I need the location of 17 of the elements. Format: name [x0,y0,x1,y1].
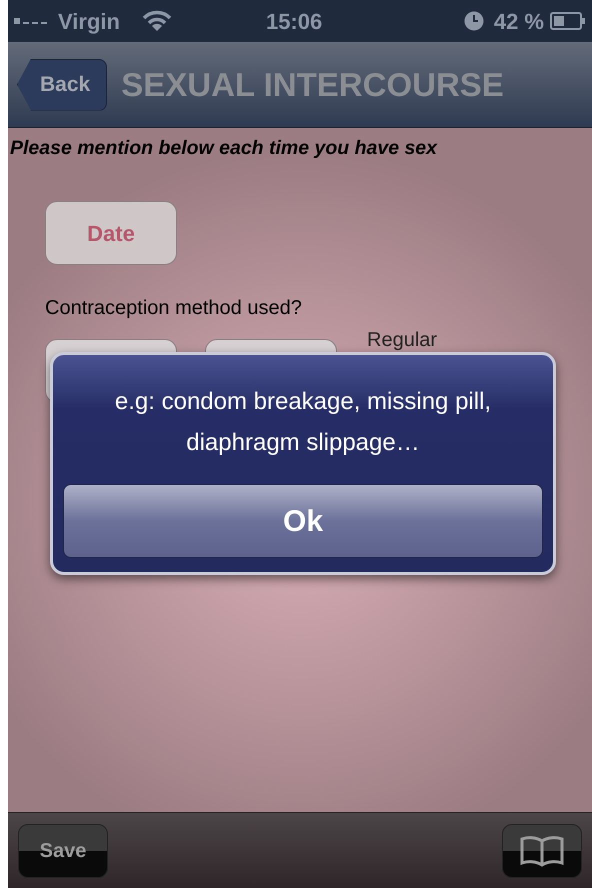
clock-time: 15:06 [266,8,322,36]
bookmarks-button[interactable] [502,824,582,878]
back-button[interactable]: Back [17,58,108,110]
battery-icon [550,11,586,31]
question-label: Contraception method used? [45,296,303,322]
screen-title: SEXUAL INTERCOURSE [121,64,504,105]
wifi-icon [142,10,172,32]
battery-percent: 42 % [494,8,544,36]
alarm-clock-icon [464,11,484,31]
carrier-name: Virgin [58,8,120,36]
ok-button[interactable]: Ok [63,484,543,558]
date-button[interactable]: Date [45,201,177,266]
instruction-text: Please mention below each time you have sex [10,136,438,161]
save-button[interactable]: Save [18,824,108,878]
alert-message: e.g: condom breakage, missing pill, diaphragm slippage… [114,387,492,458]
method-label: Regular [367,329,438,352]
open-book-icon [519,834,565,866]
